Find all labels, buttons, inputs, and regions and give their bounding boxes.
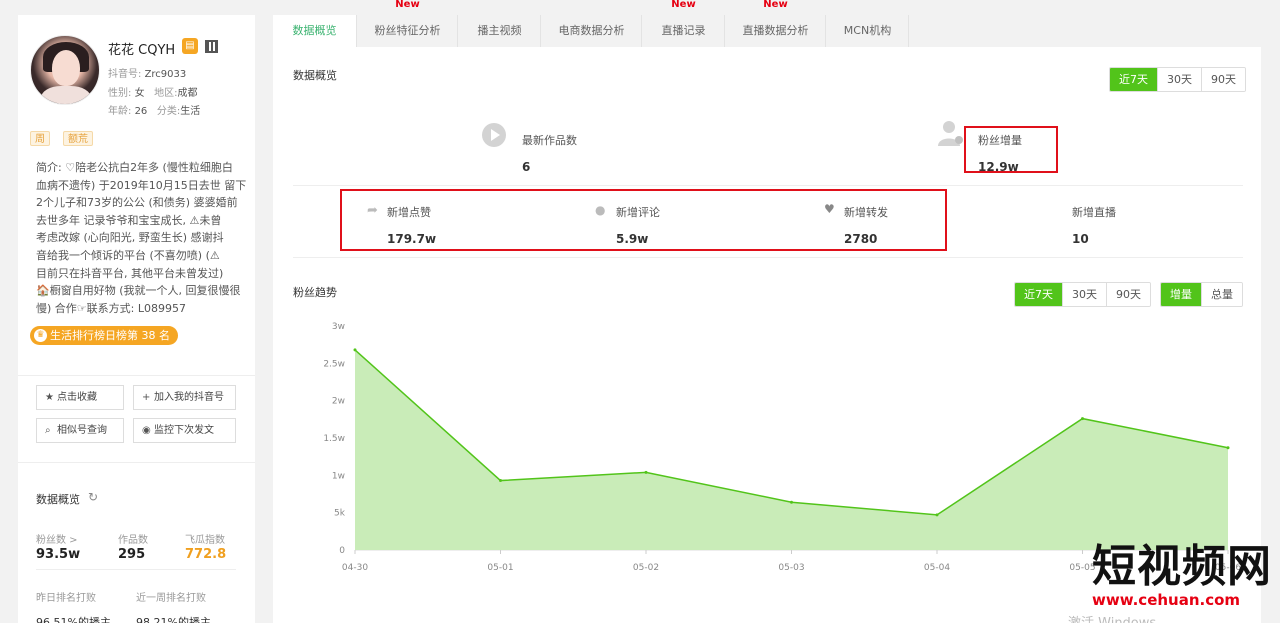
stat-likes: 新增点赞 179.7w (387, 206, 437, 246)
x-tick-label: 05-03 (778, 563, 804, 573)
series-area (355, 349, 1228, 550)
gender-region: 性别: 女 地区:成都 (108, 88, 198, 99)
x-tick-label: 05-04 (924, 563, 950, 573)
range-90d[interactable]: 90天 (1202, 68, 1245, 91)
data-point (1081, 417, 1084, 421)
works-label: 作品数 (118, 535, 148, 546)
douyin-id: 抖音号: Zrc9033 (108, 69, 187, 80)
trend-mode-selector: 增量 总量 (1160, 282, 1243, 307)
x-tick-label: 05-01 (487, 563, 513, 573)
trend-range-30d[interactable]: 30天 (1063, 283, 1107, 306)
y-tick-label: 1.5w (323, 434, 345, 444)
tab-fans-analysis[interactable]: New 粉丝特征分析 (358, 0, 458, 47)
data-point (935, 513, 939, 517)
watermark-text: 短视频网 (1092, 541, 1272, 592)
fans-label[interactable]: 粉丝数 > (36, 531, 78, 546)
y-tick-label: 3w (332, 322, 345, 332)
data-point (1226, 446, 1230, 450)
sidebar: 花花 CQYH ▤ 抖音号: Zrc9033 性别: 女 地区:成都 年龄: 2… (18, 15, 255, 623)
avatar (30, 35, 100, 105)
watermark: 短视频网 www.cehuan.com (1092, 541, 1272, 610)
y-tick-label: 2.5w (323, 359, 345, 369)
data-point (790, 500, 793, 504)
data-point (644, 470, 648, 474)
monitor-button[interactable]: ◉ 监控下次发文 (133, 418, 236, 443)
rank-week-label: 近一周排名打败 (136, 593, 206, 604)
profile-name: 花花 CQYH (108, 43, 176, 58)
rank-week-value: 98.21%的播主 (136, 616, 211, 623)
range-30d[interactable]: 30天 (1158, 68, 1202, 91)
watermark-url: www.cehuan.com (1092, 591, 1241, 609)
new-badge: New (395, 0, 420, 10)
fans-value: 93.5w (36, 547, 81, 562)
stat-comments: 新增评论 5.9w (616, 206, 660, 246)
index-label: 飞瓜指数 (185, 535, 225, 546)
tab-live-records[interactable]: New 直播记录 (643, 0, 725, 47)
y-tick-label: 0 (339, 546, 345, 556)
works-value: 295 (118, 547, 146, 562)
action-buttons: ★ 点击收藏 + 加入我的抖音号 ⌕ 相似号查询 ◉ 监控下次发文 (18, 375, 255, 475)
tab-overview[interactable]: 数据概览 (273, 15, 357, 47)
add-account-button[interactable]: + 加入我的抖音号 (133, 385, 236, 410)
overview-title: 数据概览 (293, 69, 337, 82)
main-content: 数据概览 New 粉丝特征分析 播主视频 电商数据分析 New 直播记录 New 直播… (273, 0, 1261, 623)
stat-shares: 新增转发 2780 (844, 206, 888, 246)
stat-live: 新增直播 10 (1072, 206, 1116, 246)
refresh-icon[interactable]: ↻ (88, 490, 98, 504)
tab-bar: 数据概览 New 粉丝特征分析 播主视频 电商数据分析 New 直播记录 New 直播… (273, 0, 1261, 47)
tab-videos[interactable]: 播主视频 (459, 15, 541, 47)
activate-windows-text: 激活 Windows (1068, 612, 1156, 623)
plus-icon: + (142, 392, 151, 403)
intro-text: 简介: ♡陪老公抗白2年多 (慢性粒细胞白 血病不遗传) 于2019年10月15… (36, 161, 247, 315)
x-tick-label: 05-02 (633, 563, 659, 573)
trend-range-7d[interactable]: 近7天 (1015, 283, 1063, 306)
mode-increment[interactable]: 增量 (1161, 283, 1202, 306)
trend-range-90d[interactable]: 90天 (1107, 283, 1150, 306)
y-tick-label: 5k (334, 509, 346, 519)
data-point (353, 348, 357, 352)
profile-card: 花花 CQYH ▤ 抖音号: Zrc9033 性别: 女 地区:成都 年龄: 2… (18, 15, 255, 362)
new-badge: New (763, 0, 788, 10)
range-7d[interactable]: 近7天 (1110, 68, 1158, 91)
trend-title: 粉丝趋势 (293, 286, 337, 299)
search-icon: ⌕ (45, 425, 51, 436)
mini-overview: 数据概览 ↻ 粉丝数 > 93.5w 作品数 295 飞瓜指数 772.8 昨日… (18, 462, 255, 623)
comment-icon: ● (595, 203, 606, 217)
stat-latest-works: 最新作品数 6 (522, 134, 577, 174)
qr-code-icon[interactable] (205, 40, 218, 53)
index-value: 772.8 (185, 547, 227, 562)
heart-icon: ♥ (824, 202, 835, 216)
stat-fans-growth: 粉丝增量 12.9w (978, 134, 1022, 174)
mini-overview-title: 数据概览 (36, 493, 80, 506)
rank-yesterday-value: 96.51%的播主 (36, 616, 111, 623)
rank-badge[interactable]: ♛ 生活排行榜日榜第 38 名 (30, 326, 178, 345)
y-tick-label: 1w (332, 471, 345, 481)
favorite-button[interactable]: ★ 点击收藏 (36, 385, 124, 410)
monitor-icon: ◉ (142, 425, 151, 436)
tab-ecommerce[interactable]: 电商数据分析 (542, 15, 642, 47)
star-icon: ★ (45, 392, 54, 403)
y-tick-label: 2w (332, 397, 345, 407)
x-tick-label: 04-30 (342, 563, 368, 573)
tab-live-analysis[interactable]: New 直播数据分析 (726, 0, 826, 47)
data-point (499, 479, 502, 483)
tag: 额荒 (63, 131, 93, 146)
rank-yesterday-label: 昨日排名打败 (36, 593, 96, 604)
age-category: 年龄: 26 分类:生活 (108, 106, 201, 117)
overview-panel: 数据概览 近7天 30天 90天 最新作品数 6 粉丝增量 12.9w ➦ 新增… (273, 47, 1261, 623)
similar-search-button[interactable]: ⌕ 相似号查询 (36, 418, 124, 443)
user-plus-icon (938, 119, 964, 150)
trend-range-selector: 近7天 30天 90天 (1014, 282, 1151, 307)
overview-range-selector: 近7天 30天 90天 (1109, 67, 1246, 92)
tag: 周 (30, 131, 50, 146)
mode-total[interactable]: 总量 (1202, 283, 1242, 306)
tab-mcn[interactable]: MCN机构 (827, 15, 909, 47)
crown-icon: ♛ (34, 329, 47, 342)
share-arrow-icon: ➦ (367, 203, 378, 218)
badge-icon: ▤ (182, 38, 198, 54)
new-badge: New (671, 0, 696, 10)
play-icon (481, 122, 507, 151)
